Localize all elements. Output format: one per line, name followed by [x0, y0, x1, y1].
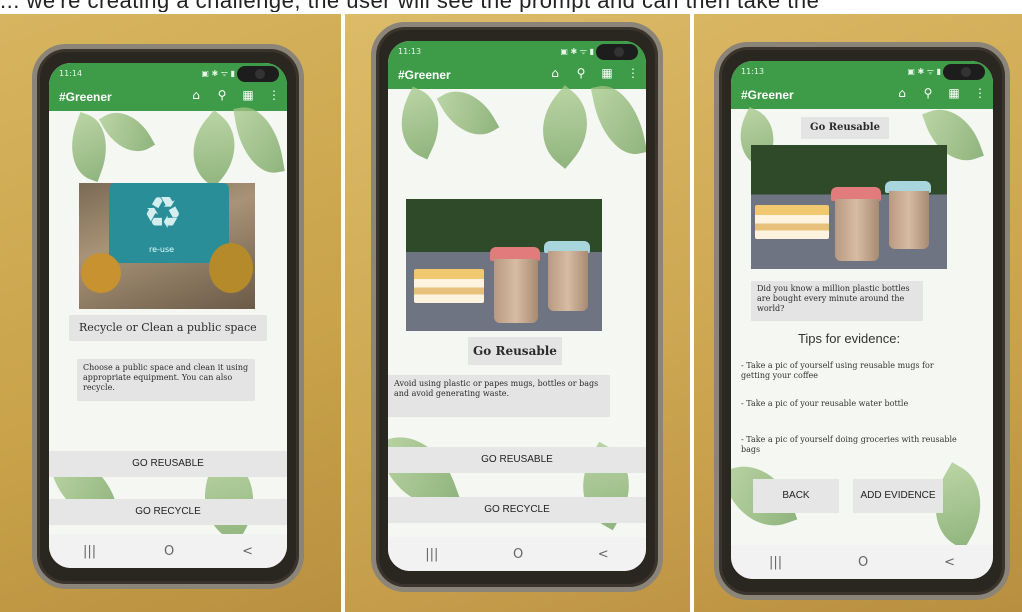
reusable-cups-photo	[406, 199, 602, 331]
status-icons: ▣ ✱ ᯤ ▮	[907, 67, 941, 76]
recycle-photo: ♻ re-use	[79, 183, 255, 309]
home-button[interactable]: O	[513, 547, 523, 562]
home-icon[interactable]: ⌂	[189, 88, 203, 102]
home-button[interactable]: O	[164, 544, 174, 559]
app-title: #Greener	[398, 68, 451, 82]
app-title: #Greener	[59, 90, 112, 104]
camera-cutout	[596, 44, 638, 60]
search-icon[interactable]: ⚲	[574, 66, 588, 80]
phone-frame: 11:14 ▣ ✱ ᯤ ▮ #Greener ⌂ ⚲ ▦ ⋮ ♻ re-use …	[32, 44, 304, 589]
photo-panel-1: 11:14 ▣ ✱ ᯤ ▮ #Greener ⌂ ⚲ ▦ ⋮ ♻ re-use …	[0, 14, 341, 612]
challenge-heading: Go Reusable	[801, 117, 889, 139]
phone-frame: 11:13 ▣ ✱ ᯤ ▮ #Greener ⌂ ⚲ ▦ ⋮ Go Reusab…	[371, 22, 663, 592]
search-icon[interactable]: ⚲	[921, 86, 935, 100]
system-nav-bar: ||| O <	[731, 545, 993, 579]
dashboard-icon[interactable]: ▦	[947, 86, 961, 100]
status-icons: ▣ ✱ ᯤ ▮	[201, 69, 235, 78]
status-time: 11:13	[741, 67, 765, 76]
autumn-leaf	[81, 253, 121, 293]
cake-slice	[755, 205, 829, 239]
leaf-decoration-top	[388, 78, 646, 179]
dashboard-icon[interactable]: ▦	[241, 88, 255, 102]
reusable-cup	[548, 251, 588, 311]
more-vert-icon[interactable]: ⋮	[626, 66, 640, 80]
status-time: 11:14	[59, 69, 83, 78]
go-recycle-button[interactable]: GO RECYCLE	[49, 499, 287, 525]
recents-button[interactable]: |||	[83, 544, 96, 559]
home-icon[interactable]: ⌂	[548, 66, 562, 80]
photo-panel-2: 11:13 ▣ ✱ ᯤ ▮ #Greener ⌂ ⚲ ▦ ⋮ Go Reusab…	[345, 14, 690, 612]
caption-text: ... we're creating a challenge, the user…	[0, 0, 1022, 12]
status-bar: 11:13 ▣ ✱ ᯤ ▮	[731, 61, 993, 83]
recents-button[interactable]: |||	[769, 555, 782, 570]
recycle-icon: ♻	[143, 188, 183, 239]
system-nav-bar: ||| O <	[49, 534, 287, 568]
app-bar: #Greener ⌂ ⚲ ▦ ⋮	[49, 85, 287, 111]
reusable-cup	[835, 199, 879, 261]
phone-frame: 11:13 ▣ ✱ ᯤ ▮ #Greener ⌂ ⚲ ▦ ⋮ Go Reusab…	[714, 42, 1010, 600]
challenge-heading: Go Reusable	[468, 337, 562, 365]
status-bar: 11:14 ▣ ✱ ᯤ ▮	[49, 63, 287, 85]
tips-title: Tips for evidence:	[797, 331, 901, 346]
tip-item: - Take a pic of your reusable water bott…	[741, 399, 909, 408]
photo-panel-3: 11:13 ▣ ✱ ᯤ ▮ #Greener ⌂ ⚲ ▦ ⋮ Go Reusab…	[694, 14, 1022, 612]
app-screen: 11:13 ▣ ✱ ᯤ ▮ #Greener ⌂ ⚲ ▦ ⋮ Go Reusab…	[731, 61, 993, 579]
back-button[interactable]: <	[598, 547, 609, 562]
leaf-decoration-bottom	[388, 421, 646, 541]
app-screen: 11:14 ▣ ✱ ᯤ ▮ #Greener ⌂ ⚲ ▦ ⋮ ♻ re-use …	[49, 63, 287, 568]
status-icons: ▣ ✱ ᯤ ▮	[560, 47, 594, 56]
back-button[interactable]: <	[944, 555, 955, 570]
go-reusable-button[interactable]: GO REUSABLE	[49, 451, 287, 477]
more-vert-icon[interactable]: ⋮	[973, 86, 987, 100]
fact-text: Did you know a million plastic bottles a…	[751, 281, 923, 321]
camera-cutout	[943, 64, 985, 80]
reusable-cup	[889, 191, 929, 249]
recents-button[interactable]: |||	[425, 547, 438, 562]
autumn-leaf	[209, 243, 253, 293]
app-screen: 11:13 ▣ ✱ ᯤ ▮ #Greener ⌂ ⚲ ▦ ⋮ Go Reusab…	[388, 41, 646, 571]
system-nav-bar: ||| O <	[388, 537, 646, 571]
reusable-cup	[494, 259, 538, 323]
home-button[interactable]: O	[858, 555, 868, 570]
dashboard-icon[interactable]: ▦	[600, 66, 614, 80]
tip-item: - Take a pic of yourself using reusable …	[741, 361, 934, 380]
reusable-cups-photo	[751, 145, 947, 269]
app-title: #Greener	[741, 88, 794, 102]
challenge-description: Avoid using plastic or papes mugs, bottl…	[388, 375, 610, 417]
bag-text: re-use	[149, 245, 175, 254]
challenge-heading: Recycle or Clean a public space	[69, 315, 267, 341]
go-recycle-button[interactable]: GO RECYCLE	[388, 497, 646, 523]
add-evidence-button[interactable]: ADD EVIDENCE	[853, 479, 943, 513]
app-bar: #Greener ⌂ ⚲ ▦ ⋮	[388, 63, 646, 89]
home-icon[interactable]: ⌂	[895, 86, 909, 100]
search-icon[interactable]: ⚲	[215, 88, 229, 102]
back-button[interactable]: <	[242, 544, 253, 559]
more-vert-icon[interactable]: ⋮	[267, 88, 281, 102]
cake-slice	[414, 269, 484, 303]
status-time: 11:13	[398, 47, 422, 56]
go-reusable-button[interactable]: GO REUSABLE	[388, 447, 646, 473]
app-bar: #Greener ⌂ ⚲ ▦ ⋮	[731, 83, 993, 109]
leaf-decoration-top	[49, 101, 287, 191]
camera-cutout	[237, 66, 279, 82]
challenge-description: Choose a public space and clean it using…	[77, 359, 255, 401]
back-button-app[interactable]: BACK	[753, 479, 839, 513]
status-bar: 11:13 ▣ ✱ ᯤ ▮	[388, 41, 646, 63]
leaf-decoration-bottom	[49, 423, 287, 544]
